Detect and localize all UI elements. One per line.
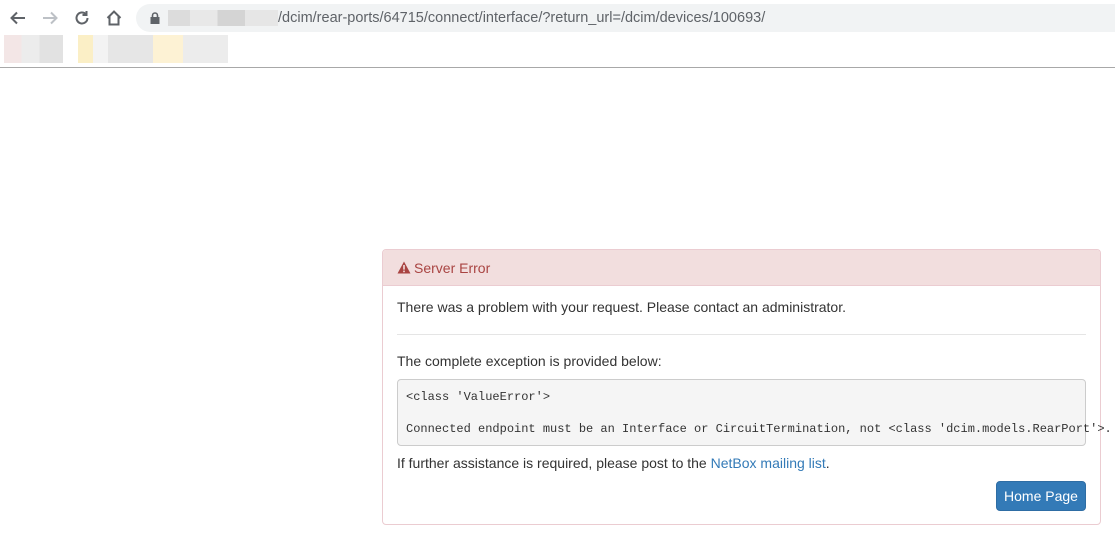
exception-intro: The complete exception is provided below…	[397, 353, 662, 369]
url-path: /dcim/rear-ports/64715/connect/interface…	[278, 10, 766, 26]
address-bar[interactable]: /dcim/rear-ports/64715/connect/interface…	[136, 4, 1115, 32]
bookmark-item[interactable]	[78, 35, 228, 63]
assistance-prefix: If further assistance is required, pleas…	[397, 455, 711, 471]
assistance-suffix: .	[825, 455, 830, 471]
forward-button[interactable]	[38, 6, 62, 30]
reload-icon	[75, 11, 89, 25]
exception-class: <class 'ValueError'>	[406, 390, 551, 404]
error-title: Server Error	[414, 259, 491, 276]
mailing-list-link[interactable]: NetBox mailing list	[711, 455, 826, 471]
exception-block: <class 'ValueError'> Connected endpoint …	[397, 379, 1112, 446]
home-button[interactable]	[102, 6, 126, 30]
error-panel-heading: Server Error	[383, 250, 1100, 286]
lock-icon	[150, 12, 160, 24]
back-button[interactable]	[6, 6, 30, 30]
error-panel: Server Error There was a problem with yo…	[382, 249, 1112, 525]
arrow-left-icon	[10, 11, 25, 25]
url-host-redacted	[168, 10, 278, 26]
bookmark-item[interactable]	[4, 35, 63, 63]
divider	[397, 334, 1086, 335]
assistance-text: If further assistance is required, pleas…	[397, 455, 830, 471]
bookmarks-bar	[0, 34, 1115, 68]
home-page-button[interactable]: Home Page	[996, 481, 1086, 511]
browser-toolbar: /dcim/rear-ports/64715/connect/interface…	[0, 0, 1115, 36]
warning-icon	[397, 261, 411, 274]
exception-message: Connected endpoint must be an Interface …	[406, 422, 1112, 436]
arrow-right-icon	[43, 11, 58, 25]
reload-button[interactable]	[70, 6, 94, 30]
home-icon	[106, 10, 122, 26]
error-message: There was a problem with your request. P…	[397, 299, 846, 315]
